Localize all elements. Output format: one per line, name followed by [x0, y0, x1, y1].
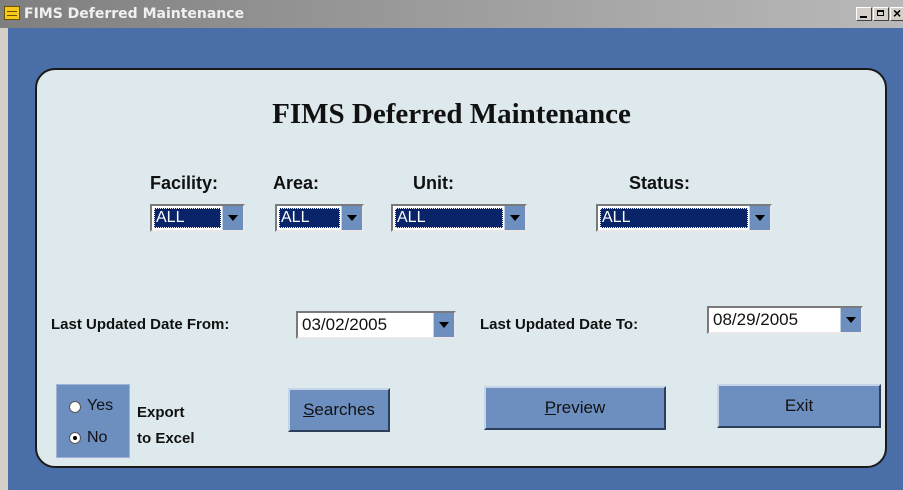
maximize-icon[interactable] — [873, 7, 889, 21]
facility-dropdown[interactable]: ALL — [150, 204, 245, 232]
export-option-group: Yes No — [56, 384, 130, 458]
area-value: ALL — [279, 208, 340, 228]
exit-label: Exit — [784, 396, 814, 415]
window-title: FIMS Deferred Maintenance — [24, 6, 245, 22]
date-from-label: Last Updated Date From: — [51, 316, 230, 333]
preview-mnemonic: P — [544, 398, 557, 417]
searches-label: earches — [314, 400, 375, 419]
date-to-dropdown[interactable]: 08/29/2005 — [707, 306, 863, 334]
export-yes-radio[interactable] — [69, 401, 81, 413]
unit-dropdown[interactable]: ALL — [391, 204, 527, 232]
export-no-radio[interactable] — [69, 432, 81, 444]
dropdown-arrow-icon[interactable] — [840, 308, 861, 332]
close-icon[interactable] — [890, 5, 903, 21]
preview-label: review — [556, 398, 606, 417]
unit-value: ALL — [395, 208, 503, 228]
searches-mnemonic: S — [303, 400, 315, 419]
export-label-line1: Export — [137, 404, 185, 421]
area-dropdown[interactable]: ALL — [275, 204, 364, 232]
form-icon[interactable] — [4, 6, 20, 20]
dropdown-arrow-icon[interactable] — [341, 206, 362, 230]
date-from-value: 03/02/2005 — [302, 315, 388, 334]
export-label-line2: to Excel — [137, 430, 195, 447]
facility-value: ALL — [154, 208, 221, 228]
searches-button[interactable]: Searches — [288, 388, 390, 432]
exit-button[interactable]: Exit — [717, 384, 881, 428]
date-to-label: Last Updated Date To: — [480, 316, 639, 333]
date-from-dropdown[interactable]: 03/02/2005 — [296, 311, 456, 339]
export-no-label[interactable]: No — [87, 429, 107, 447]
status-label: Status: — [629, 173, 691, 193]
facility-label: Facility: — [150, 173, 219, 193]
dropdown-arrow-icon[interactable] — [504, 206, 525, 230]
dropdown-arrow-icon[interactable] — [433, 313, 454, 337]
app-window: FIMS Deferred Maintenance FIMS Deferred … — [0, 0, 903, 490]
title-bar[interactable]: FIMS Deferred Maintenance — [0, 0, 903, 28]
area-label: Area: — [273, 173, 320, 193]
date-to-value: 08/29/2005 — [713, 310, 799, 329]
status-value: ALL — [600, 208, 748, 228]
export-label: Export to Excel — [137, 400, 195, 452]
unit-label: Unit: — [413, 173, 454, 193]
status-dropdown[interactable]: ALL — [596, 204, 772, 232]
dropdown-arrow-icon[interactable] — [749, 206, 770, 230]
export-yes-label[interactable]: Yes — [87, 397, 113, 415]
minimize-icon[interactable] — [856, 7, 872, 21]
form-heading: FIMS Deferred Maintenance — [272, 98, 631, 130]
dropdown-arrow-icon[interactable] — [222, 206, 243, 230]
preview-button[interactable]: Preview — [484, 386, 666, 430]
